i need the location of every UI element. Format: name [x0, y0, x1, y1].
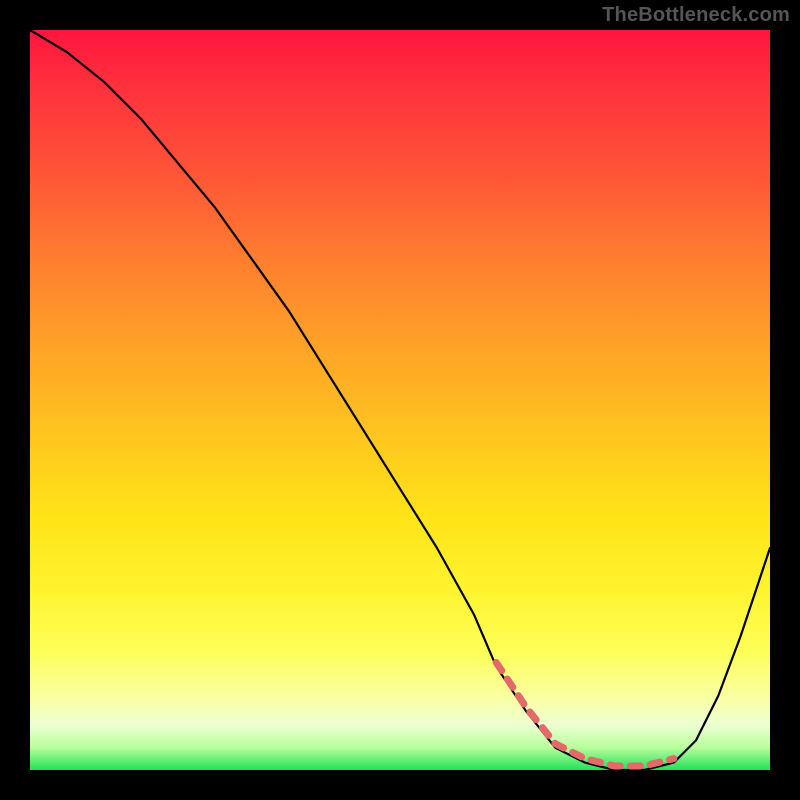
watermark-text: TheBottleneck.com: [602, 4, 790, 27]
optimal-range-marker: [496, 662, 674, 766]
chart-svg: [30, 30, 770, 770]
chart-frame: TheBottleneck.com: [0, 0, 800, 800]
bottleneck-curve-line: [30, 30, 770, 770]
plot-area: [30, 30, 770, 770]
